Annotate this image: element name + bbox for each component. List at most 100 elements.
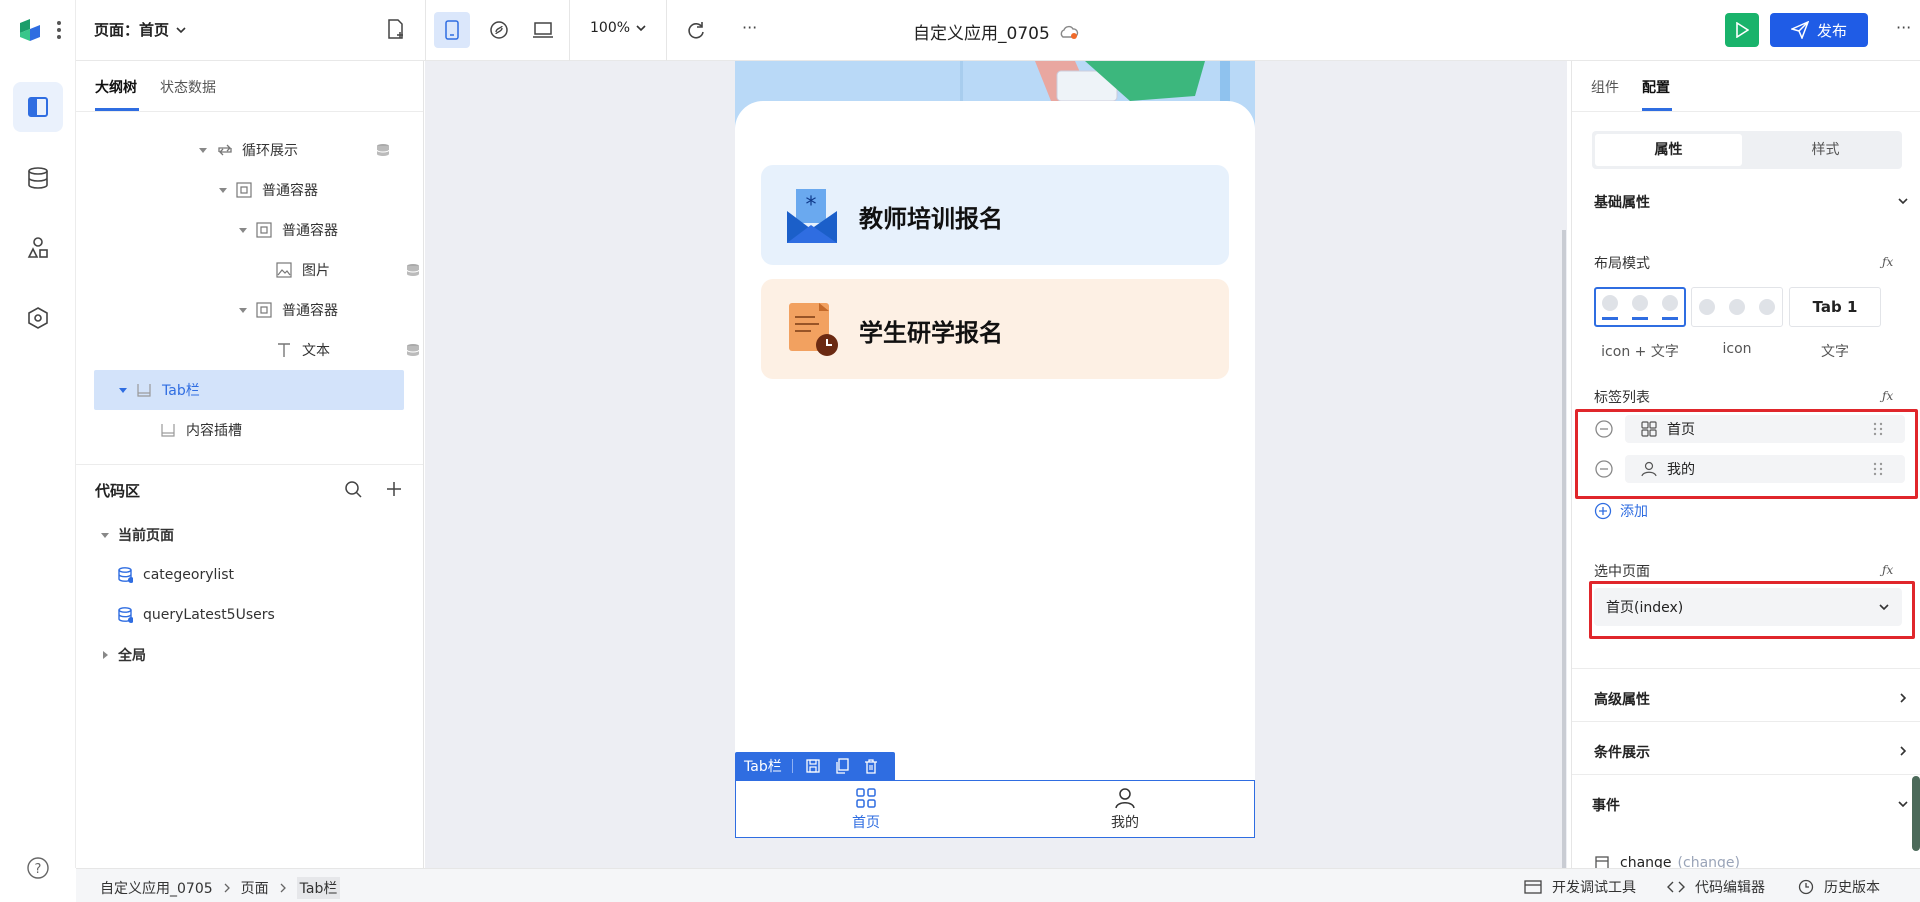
chevron-right-icon[interactable] xyxy=(1897,692,1909,704)
basic-properties-title[interactable]: 基础属性 xyxy=(1594,192,1650,212)
refresh-icon[interactable] xyxy=(686,20,706,40)
tabbar-selection-tag[interactable]: Tab栏 xyxy=(735,752,895,780)
events-title[interactable]: 事件 xyxy=(1592,795,1620,815)
chevron-down-icon[interactable] xyxy=(1897,195,1909,207)
code-item-label: queryLatest5Users xyxy=(143,607,275,623)
envelope-icon: * xyxy=(785,187,839,243)
layout-option-icon[interactable] xyxy=(1691,287,1783,327)
code-global[interactable]: 全局 xyxy=(100,640,146,670)
top-toolbar: 页面：首页 100% ··· 自定义应用_0705 发布 ··· xyxy=(76,0,1920,61)
slot-icon xyxy=(160,422,176,438)
miniprogram-view-icon[interactable] xyxy=(489,20,509,40)
tree-node-label: 循环展示 xyxy=(242,143,298,159)
tree-node-container[interactable]: 普通容器 xyxy=(238,295,338,325)
icon-only-preview xyxy=(1699,299,1775,315)
zoom-select[interactable]: 100% xyxy=(590,20,647,36)
rail-components-button[interactable] xyxy=(13,223,63,273)
tabbar[interactable]: 首页 我的 xyxy=(735,780,1255,838)
tree-node-image[interactable]: 图片 xyxy=(276,255,330,285)
copy-icon[interactable] xyxy=(834,758,850,774)
tree-node-loop[interactable]: 循环展示 xyxy=(198,135,298,165)
document-clock-icon xyxy=(785,301,839,357)
container-icon xyxy=(236,182,252,198)
more-options-button[interactable]: ··· xyxy=(1896,18,1911,37)
fx-icon[interactable]: ƒx xyxy=(1882,255,1893,269)
help-icon[interactable]: ? xyxy=(26,856,50,880)
chevron-right-icon[interactable] xyxy=(1897,745,1909,757)
caret-down-icon[interactable] xyxy=(238,305,248,315)
tabbar-item-home[interactable]: 首页 xyxy=(836,787,896,835)
layout-option-icon-text[interactable] xyxy=(1594,287,1686,327)
chevron-right-icon xyxy=(280,883,286,893)
desktop-view-icon[interactable] xyxy=(532,20,554,40)
publish-button[interactable]: 发布 xyxy=(1770,13,1868,47)
delete-icon[interactable] xyxy=(863,758,879,774)
save-icon[interactable] xyxy=(805,758,821,774)
caret-down-icon[interactable] xyxy=(118,385,128,395)
tree-node-container[interactable]: 普通容器 xyxy=(238,215,338,245)
phone-preview[interactable]: * 教师培训报名 学生研学报名 Tab栏 首页 我的 xyxy=(735,61,1255,838)
mobile-icon xyxy=(445,20,459,40)
tab-outline-tree[interactable]: 大纲树 xyxy=(95,77,137,97)
config-panel: 组件 配置 属性 样式 基础属性 布局模式 ƒx Tab 1 icon + 文字… xyxy=(1571,61,1920,871)
app-logo-icon[interactable] xyxy=(17,17,43,43)
tree-node-label: 文本 xyxy=(302,343,330,359)
segment-control: 属性 样式 xyxy=(1592,131,1902,169)
canvas-scrollbar[interactable] xyxy=(1562,230,1566,868)
advanced-properties-title[interactable]: 高级属性 xyxy=(1594,689,1650,709)
breadcrumb-item[interactable]: 页面 xyxy=(241,878,269,898)
chevron-down-icon[interactable] xyxy=(1897,798,1909,810)
caret-down-icon[interactable] xyxy=(198,145,208,155)
more-actions-button[interactable]: ··· xyxy=(742,18,757,37)
layout-icon xyxy=(28,97,48,117)
segment-properties[interactable]: 属性 xyxy=(1595,134,1742,166)
add-tab-button[interactable]: 添加 xyxy=(1594,501,1648,521)
page-selector[interactable]: 页面：首页 xyxy=(94,19,187,40)
version-history-button[interactable]: 历史版本 xyxy=(1798,877,1880,897)
tab-components[interactable]: 组件 xyxy=(1591,77,1619,97)
caret-right-icon[interactable] xyxy=(100,650,110,660)
conditional-display-title[interactable]: 条件展示 xyxy=(1594,742,1650,762)
tree-node-container[interactable]: 普通容器 xyxy=(218,175,318,205)
menu-card-teacher[interactable]: * 教师培训报名 xyxy=(761,165,1229,265)
rail-data-button[interactable] xyxy=(13,153,63,203)
segment-style[interactable]: 样式 xyxy=(1752,134,1899,166)
layout-option-label: icon xyxy=(1722,341,1752,357)
tree-node-text[interactable]: 文本 xyxy=(276,335,330,365)
more-vertical-icon[interactable] xyxy=(56,20,62,40)
add-code-icon[interactable] xyxy=(386,481,402,497)
caret-down-icon[interactable] xyxy=(238,225,248,235)
mobile-view-button[interactable] xyxy=(434,12,470,48)
text-icon xyxy=(276,342,292,358)
layout-option-text[interactable]: Tab 1 xyxy=(1789,287,1881,327)
chevron-down-icon xyxy=(176,26,186,33)
tree-node-tabbar[interactable]: Tab栏 xyxy=(118,375,200,405)
tab-state-data[interactable]: 状态数据 xyxy=(160,77,216,97)
rail-outline-button[interactable] xyxy=(13,82,63,132)
panel-scrollbar[interactable] xyxy=(1912,776,1920,851)
search-icon[interactable] xyxy=(344,480,362,498)
breadcrumb-item[interactable]: Tab栏 xyxy=(296,877,341,899)
code-current-page[interactable]: 当前页面 xyxy=(100,520,174,550)
caret-down-icon[interactable] xyxy=(100,530,110,540)
tree-node-slot[interactable]: 内容插槽 xyxy=(160,415,242,445)
add-page-icon[interactable] xyxy=(386,18,406,40)
dev-tools-button[interactable]: 开发调试工具 xyxy=(1524,877,1636,897)
caret-down-icon[interactable] xyxy=(218,185,228,195)
rail-settings-button[interactable] xyxy=(13,293,63,343)
data-source-icon xyxy=(406,343,420,357)
code-item-label: categeorylist xyxy=(143,567,235,583)
run-button[interactable] xyxy=(1725,13,1759,47)
code-editor-button[interactable]: 代码编辑器 xyxy=(1667,877,1765,897)
fx-icon[interactable]: ƒx xyxy=(1882,389,1893,403)
code-item[interactable]: queryLatest5Users xyxy=(117,600,275,630)
menu-card-student[interactable]: 学生研学报名 xyxy=(761,279,1229,379)
card-title: 教师培训报名 xyxy=(859,205,1003,233)
tab-config[interactable]: 配置 xyxy=(1642,77,1670,97)
breadcrumb-item[interactable]: 自定义应用_0705 xyxy=(100,878,213,898)
code-item[interactable]: categeorylist xyxy=(117,560,234,590)
tab-list-label: 标签列表 xyxy=(1594,390,1650,406)
play-icon xyxy=(1736,22,1749,38)
tabbar-item-mine[interactable]: 我的 xyxy=(1095,787,1155,835)
fx-icon[interactable]: ƒx xyxy=(1882,563,1893,577)
